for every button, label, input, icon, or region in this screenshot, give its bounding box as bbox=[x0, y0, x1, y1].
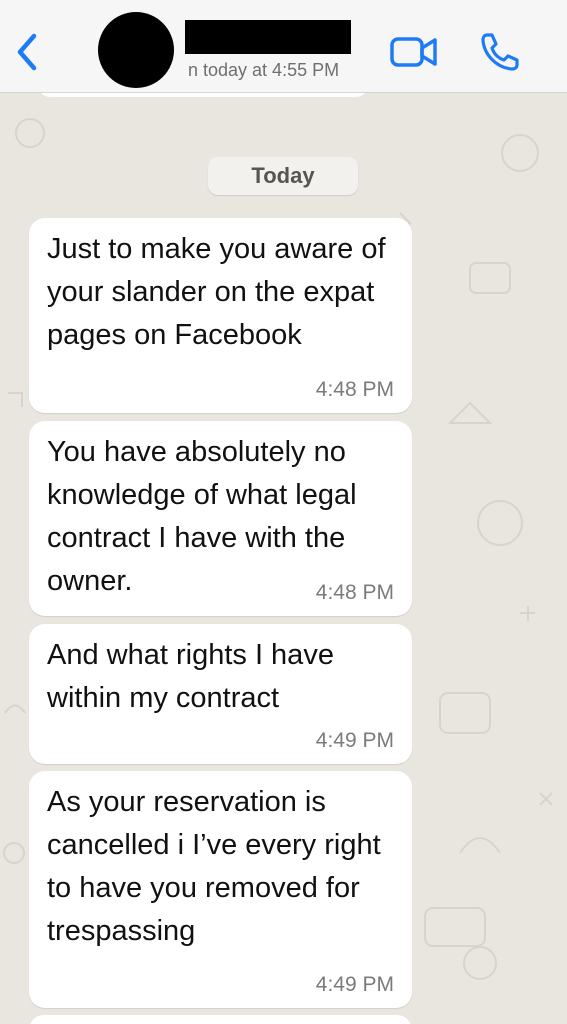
chevron-left-icon bbox=[17, 33, 37, 71]
chat-header: n today at 4:55 PM bbox=[0, 0, 567, 93]
message-time: 4:49 PM bbox=[315, 973, 394, 996]
message-time: 4:48 PM bbox=[315, 581, 394, 604]
message-time: 4:49 PM bbox=[315, 729, 394, 752]
last-seen-status: n today at 4:55 PM bbox=[188, 60, 340, 80]
phone-icon bbox=[481, 33, 519, 71]
message-bubble[interactable]: As your reservation is cancelled i I’ve … bbox=[29, 771, 412, 1008]
avatar[interactable] bbox=[98, 12, 174, 88]
message-text: And what rights I have within my contrac… bbox=[47, 639, 334, 714]
message-text: Just to make you aware of your slander o… bbox=[47, 233, 386, 351]
message-time: 4:48 PM bbox=[315, 378, 394, 401]
voice-call-button[interactable] bbox=[478, 30, 522, 74]
date-separator: Today bbox=[208, 157, 358, 195]
video-call-button[interactable] bbox=[390, 35, 438, 69]
previous-message-bubble bbox=[38, 93, 368, 97]
message-text: You have absolutely no knowledge of what… bbox=[47, 436, 357, 597]
back-button[interactable] bbox=[10, 30, 46, 74]
message-text: As your reservation is cancelled i I’ve … bbox=[47, 786, 381, 947]
message-bubble[interactable]: Just to make you aware of your slander o… bbox=[29, 218, 412, 413]
chat-area[interactable]: Today Just to make you aware of your sla… bbox=[0, 93, 567, 1024]
message-bubble[interactable]: You have absolutely no knowledge of what… bbox=[29, 421, 412, 616]
next-message-bubble bbox=[29, 1015, 412, 1024]
message-bubble[interactable]: And what rights I have within my contrac… bbox=[29, 624, 412, 764]
video-camera-icon bbox=[390, 37, 437, 67]
contact-name-redacted[interactable] bbox=[185, 20, 351, 54]
